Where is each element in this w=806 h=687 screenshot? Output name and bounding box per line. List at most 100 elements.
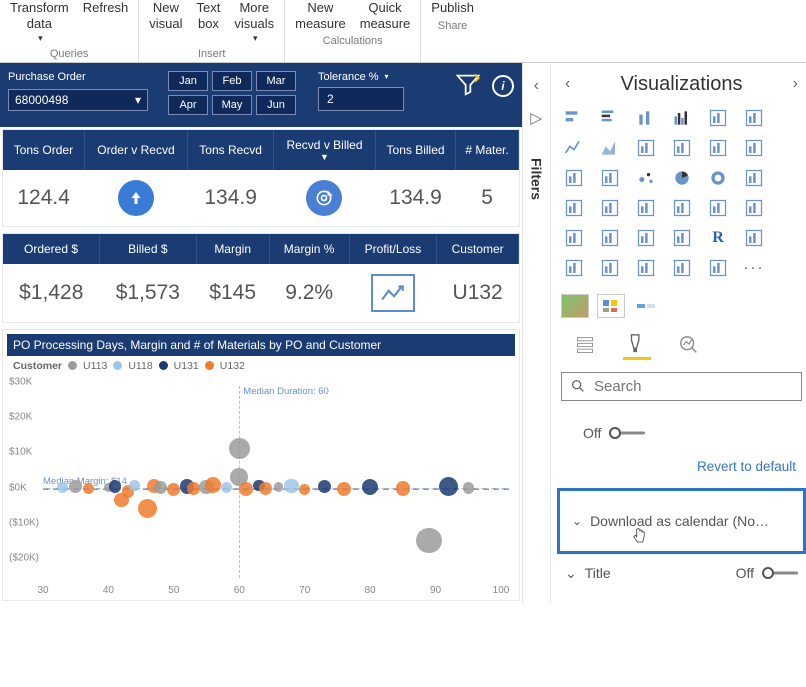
col-header[interactable]: Margin % [269, 234, 349, 264]
info-icon[interactable]: i [492, 75, 514, 97]
format-tab[interactable] [623, 334, 651, 360]
col-header[interactable]: Customer [437, 234, 519, 264]
property-toggle[interactable] [609, 426, 645, 440]
pane-prev-icon[interactable]: ‹ [561, 73, 574, 95]
data-point[interactable] [167, 483, 180, 496]
po-dropdown[interactable]: 68000498 ▾ [8, 89, 148, 111]
data-point[interactable] [463, 482, 474, 493]
title-property-label[interactable]: Title [585, 565, 728, 581]
month-button-feb[interactable]: Feb [212, 71, 252, 91]
viz-type-stacked-bar-h[interactable] [561, 106, 587, 130]
scatter-chart-visual[interactable]: PO Processing Days, Margin and # of Mate… [2, 329, 520, 601]
data-point[interactable] [205, 477, 221, 493]
viz-type-multi-row-card[interactable] [741, 196, 767, 220]
viz-type-clustered-column-100[interactable] [741, 106, 767, 130]
viz-type-clustered-bar-h[interactable] [597, 106, 623, 130]
data-point[interactable] [284, 479, 298, 493]
data-point[interactable] [362, 479, 378, 495]
viz-type-arcgis[interactable] [705, 256, 731, 280]
data-point[interactable] [337, 482, 351, 496]
data-point[interactable] [187, 482, 200, 495]
viz-type-key-influencers[interactable] [561, 256, 587, 280]
viz-type-slicer[interactable] [597, 226, 623, 250]
download-as-calendar-row[interactable]: ⌄ Download as calendar (No… [568, 507, 795, 535]
data-point[interactable] [274, 482, 284, 492]
viz-type-decomposition[interactable] [597, 256, 623, 280]
format-search[interactable] [561, 372, 802, 401]
custom-visual-3[interactable] [633, 294, 661, 318]
col-header[interactable]: Profit/Loss [349, 234, 437, 264]
viz-type-python[interactable] [741, 226, 767, 250]
viz-type-gauge[interactable] [669, 196, 695, 220]
data-point[interactable] [318, 480, 331, 493]
analytics-tab[interactable] [675, 334, 703, 360]
col-header[interactable]: Tons Order [3, 130, 84, 170]
col-header[interactable]: Tons Recvd [188, 130, 274, 170]
data-point[interactable] [138, 499, 157, 518]
viz-type-funnel[interactable] [597, 166, 623, 190]
viz-type-filled-map[interactable] [597, 196, 623, 220]
viz-type-map[interactable] [561, 196, 587, 220]
viz-type-kpi[interactable] [561, 226, 587, 250]
viz-type-waterfall[interactable] [561, 166, 587, 190]
new-measure-button[interactable]: New measure [295, 0, 346, 31]
viz-type-stacked-column[interactable] [633, 106, 659, 130]
data-point[interactable] [57, 482, 68, 493]
transform-data-button[interactable]: Transform data▾ [10, 0, 69, 44]
viz-type-line-clustered[interactable] [705, 136, 731, 160]
viz-type-table[interactable] [633, 226, 659, 250]
search-input[interactable] [594, 378, 793, 395]
data-point[interactable] [416, 528, 442, 554]
data-point[interactable] [109, 480, 122, 493]
custom-visual-2[interactable] [597, 294, 625, 318]
viz-type-area[interactable] [597, 136, 623, 160]
viz-type-stacked-area[interactable] [633, 136, 659, 160]
viz-type-ribbon[interactable] [741, 136, 767, 160]
viz-type-matrix[interactable] [669, 226, 695, 250]
col-header[interactable]: Margin [196, 234, 269, 264]
month-button-mar[interactable]: Mar [256, 71, 296, 91]
data-point[interactable] [239, 482, 253, 496]
revert-to-default-link[interactable]: Revert to default [561, 451, 802, 488]
month-button-may[interactable]: May [212, 95, 252, 115]
col-header[interactable]: Ordered $ [3, 234, 100, 264]
viz-type-line-column[interactable] [669, 136, 695, 160]
viz-type-donut[interactable] [705, 166, 731, 190]
fields-tab[interactable] [571, 334, 599, 360]
col-header[interactable]: Billed $ [100, 234, 197, 264]
data-point[interactable] [229, 438, 250, 459]
more-visuals-button[interactable]: More visuals▾ [234, 0, 274, 44]
title-toggle[interactable] [762, 566, 798, 580]
viz-type-more[interactable]: ··· [741, 256, 767, 280]
viz-type-line[interactable] [561, 136, 587, 160]
data-point[interactable] [396, 481, 410, 495]
data-point[interactable] [221, 482, 232, 493]
col-header[interactable]: # Mater. [456, 130, 519, 170]
filters-label[interactable]: Filters [528, 158, 544, 200]
data-point[interactable] [69, 480, 82, 493]
viz-type-clustered-column[interactable] [669, 106, 695, 130]
publish-button[interactable]: Publish [431, 0, 474, 16]
viz-type-scatter[interactable] [633, 166, 659, 190]
viz-type-paginated[interactable] [669, 256, 695, 280]
data-point[interactable] [154, 481, 167, 494]
col-header[interactable]: Recvd v Billed▼ [274, 130, 376, 170]
custom-visual-1[interactable] [561, 294, 589, 318]
viz-type-shape-map[interactable] [633, 196, 659, 220]
tolerance-input[interactable]: 2 [318, 87, 404, 111]
col-header[interactable]: Tons Billed [375, 130, 455, 170]
collapse-pane-icon[interactable]: ‹ [530, 75, 543, 97]
viz-type-pie[interactable] [669, 166, 695, 190]
text-box-button[interactable]: Text box [197, 0, 221, 44]
new-visual-button[interactable]: New visual [149, 0, 182, 44]
funnel-filter-icon[interactable] [454, 71, 482, 102]
pane-next-icon[interactable]: › [789, 73, 802, 95]
refresh-button[interactable]: Refresh [83, 0, 129, 44]
viz-type-stacked-bar-100[interactable] [705, 106, 731, 130]
data-point[interactable] [259, 482, 272, 495]
month-button-jan[interactable]: Jan [168, 71, 208, 91]
viz-type-r-script[interactable]: R [705, 226, 731, 250]
viz-type-card[interactable] [705, 196, 731, 220]
data-point[interactable] [83, 483, 94, 494]
month-button-apr[interactable]: Apr [168, 95, 208, 115]
